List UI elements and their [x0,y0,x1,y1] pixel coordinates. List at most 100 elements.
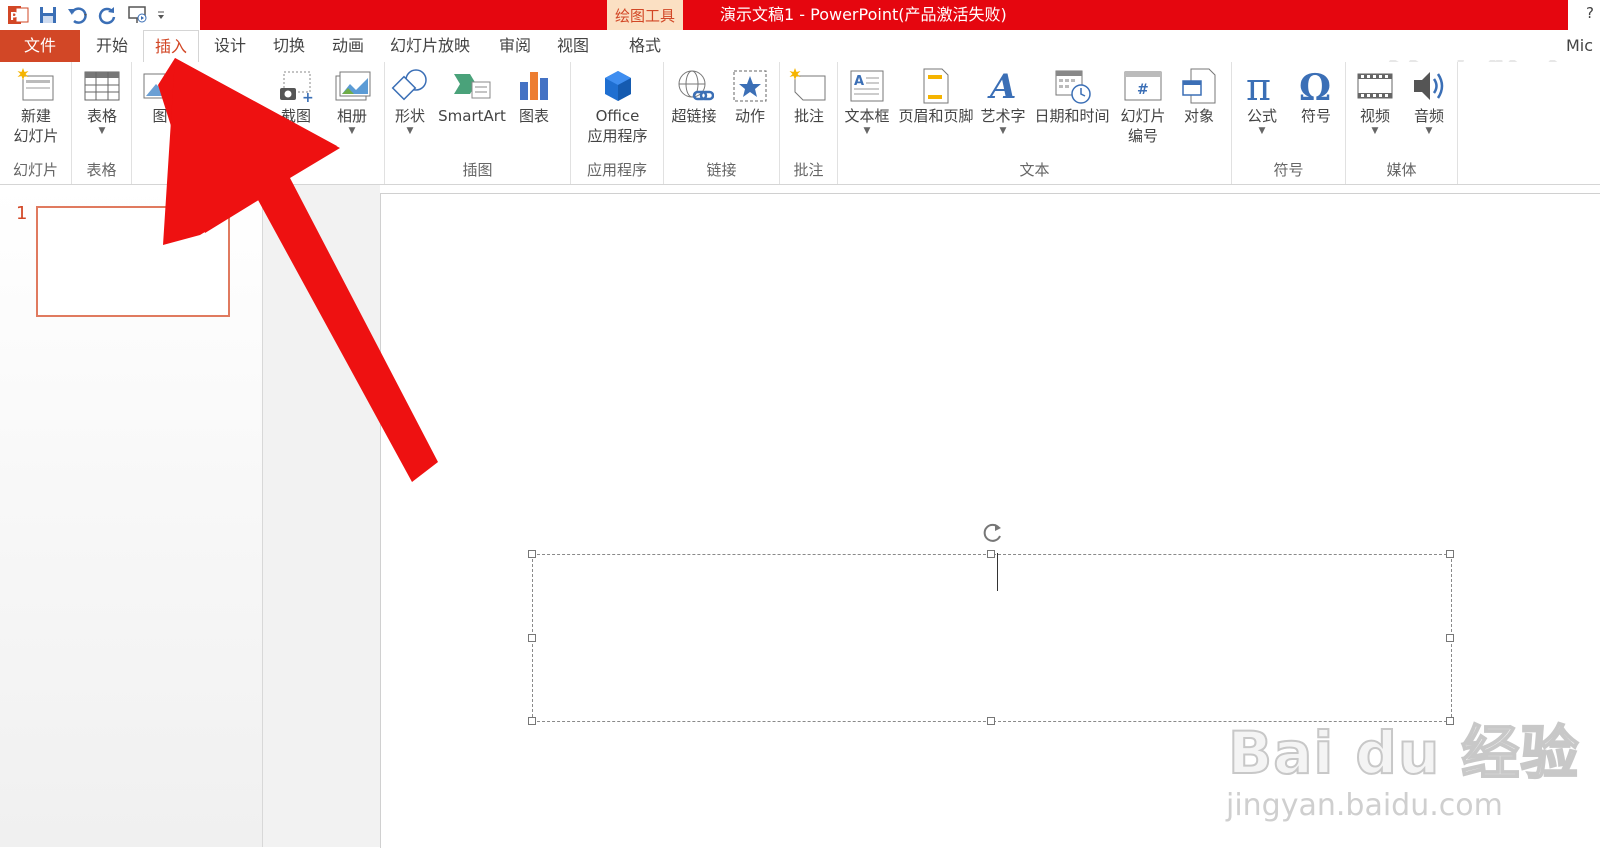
wordart-icon: A [983,66,1023,106]
action-star-icon [730,66,770,106]
slide-number-button[interactable]: # 幻灯片 编号 [1114,66,1172,146]
photo-album-icon [332,66,372,106]
document-title: 演示文稿1 - PowerPoint(产品激活失败) [720,5,1007,24]
textbox-icon: A [847,66,887,106]
header-footer-button[interactable]: 页眉和页脚 [896,66,976,126]
office-apps-icon [598,66,638,106]
rotate-handle-icon[interactable] [980,520,1006,546]
resize-handle-bottom-left[interactable] [528,717,536,725]
hyperlink-label: 超链接 [671,107,717,125]
slide-thumbnail-pane[interactable]: 1 [0,185,263,847]
redo-icon[interactable] [96,3,120,27]
customize-qat-icon[interactable] [156,3,166,27]
group-tables: 表格 ▼ 表格 [72,62,132,184]
calendar-clock-icon [1052,66,1092,106]
slide-thumbnail[interactable] [36,206,230,317]
watermark-url: jingyan.baidu.com [1226,788,1503,823]
chevron-down-icon: ▼ [1258,126,1266,136]
group-apps: Office 应用程序 应用程序 [571,62,664,184]
globe-link-icon [674,66,714,106]
account-name[interactable]: Mic [1566,30,1593,62]
shapes-icon [390,66,430,106]
resize-handle-top-left[interactable] [528,550,536,558]
chevron-down-icon: ▼ [999,126,1007,136]
tab-design[interactable]: 设计 [202,30,258,62]
svg-text:+: + [302,90,314,104]
resize-handle-right[interactable] [1446,634,1454,642]
ribbon: 新建 幻灯片 幻灯片 表格 ▼ 表格 图 + 截图 相册 ▼ 形状 ▼ Smar… [0,62,1600,185]
group-label-illustrations: 插图 [462,161,493,179]
smartart-button[interactable]: SmartArt [435,66,509,126]
resize-handle-bottom[interactable] [987,717,995,725]
chevron-down-icon: ▼ [98,126,106,136]
photo-album-button[interactable]: 相册 ▼ [328,66,376,136]
equation-button[interactable]: π 公式 ▼ [1236,66,1288,136]
chevron-down-icon: ▼ [1371,126,1379,136]
pi-equation-icon: π [1242,66,1282,106]
textbox-button[interactable]: A 文本框 ▼ [842,66,892,136]
wordart-button[interactable]: A 艺术字 ▼ [978,66,1028,136]
undo-icon[interactable] [66,3,90,27]
date-time-label: 日期和时间 [1034,107,1110,125]
tab-format[interactable]: 格式 [607,30,683,62]
tab-file[interactable]: 文件 [0,30,80,62]
comment-button[interactable]: 批注 [784,66,834,126]
object-button[interactable]: 对象 [1174,66,1224,126]
chevron-down-icon: ▼ [863,126,871,136]
screenshot-button[interactable]: + 截图 [264,66,328,126]
tab-animations[interactable]: 动画 [320,30,376,62]
shapes-button[interactable]: 形状 ▼ [387,66,433,136]
slideshow-from-start-icon[interactable] [126,3,150,27]
screenshot-label: 截图 [280,107,311,125]
watermark-brand: Bai du 经验 [1227,718,1580,788]
video-label: 视频 [1359,107,1390,125]
date-time-button[interactable]: 日期和时间 [1030,66,1114,126]
tab-home[interactable]: 开始 [84,30,140,62]
resize-handle-top[interactable] [987,550,995,558]
audio-label: 音频 [1413,107,1444,125]
screenshot-icon: + [276,66,316,106]
tab-review[interactable]: 审阅 [487,30,543,62]
baidu-watermark: Bai du 经验 jingyan.baidu.com [1226,706,1580,823]
new-slide-label-2: 幻灯片 [13,127,59,145]
hyperlink-button[interactable]: 超链接 [666,66,722,126]
text-cursor [997,553,998,591]
pictures-icon [140,66,180,106]
tab-insert[interactable]: 插入 [143,30,199,63]
office-apps-label-2: 应用程序 [587,127,648,145]
tab-slideshow[interactable]: 幻灯片放映 [380,30,480,62]
powerpoint-app-icon[interactable]: P [6,3,30,27]
photo-album-label: 相册 [336,107,367,125]
wordart-label: 艺术字 [980,107,1026,125]
chart-button[interactable]: 图表 [511,66,557,126]
tab-transitions[interactable]: 切换 [261,30,317,62]
group-illustrations: 形状 ▼ SmartArt 图表 插图 [385,62,571,184]
video-button[interactable]: 视频 ▼ [1350,66,1400,136]
resize-handle-top-right[interactable] [1446,550,1454,558]
symbol-button[interactable]: Ω 符号 [1290,66,1342,126]
new-slide-label-1: 新建 [20,107,51,125]
table-button[interactable]: 表格 ▼ [78,66,126,136]
audio-button[interactable]: 音频 ▼ [1404,66,1454,136]
group-text: A 文本框 ▼ 页眉和页脚 A 艺术字 ▼ 日期和时间 # 幻灯片 编号 对象 … [838,62,1232,184]
group-links: 超链接 动作 链接 [664,62,780,184]
text-placeholder-box[interactable] [532,554,1452,722]
header-footer-icon [916,66,956,106]
help-button[interactable]: ? [1586,4,1594,22]
textbox-label: 文本框 [844,107,890,125]
svg-text:A: A [987,68,1016,104]
contextual-tab-label: 绘图工具 [607,0,683,30]
new-slide-button[interactable]: 新建 幻灯片 [4,66,68,146]
pictures-button[interactable]: 图 [140,66,180,126]
group-label-comments: 批注 [793,161,824,179]
group-comments: 批注 批注 [780,62,838,184]
action-button[interactable]: 动作 [724,66,776,126]
slide-number-label-2: 编号 [1127,127,1158,145]
resize-handle-left[interactable] [528,634,536,642]
slide-number-icon: # [1123,66,1163,106]
office-apps-button[interactable]: Office 应用程序 [573,66,662,146]
tab-view[interactable]: 视图 [545,30,601,62]
save-icon[interactable] [36,3,60,27]
quick-access-toolbar: P [6,2,166,28]
group-images: 图 + 截图 相册 ▼ [132,62,385,184]
